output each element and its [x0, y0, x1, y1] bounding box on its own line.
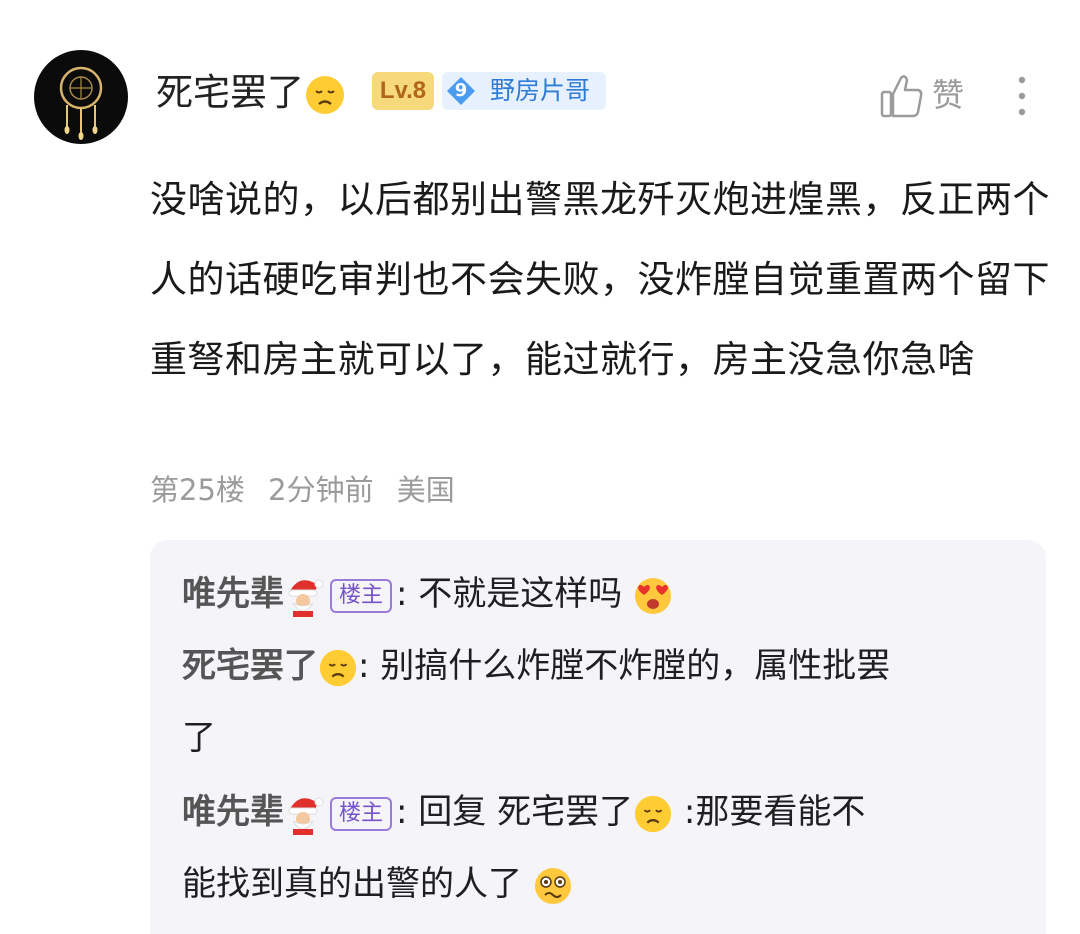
title-badge-text: 野房片哥: [490, 76, 591, 105]
reply-separator: :: [396, 574, 408, 614]
reply-separator: :: [396, 792, 408, 832]
reply-author[interactable]: 唯先辈: [182, 574, 284, 614]
dreamcatcher-icon: [59, 66, 103, 140]
user-avatar[interactable]: [34, 50, 128, 144]
title-badge-number: 9: [454, 80, 468, 101]
like-button[interactable]: [880, 72, 924, 122]
heart-eyes-icon: [635, 577, 672, 614]
sub-reply-3-continued: 能找到真的出警的人了: [182, 861, 573, 907]
host-badge: 楼主: [330, 796, 393, 831]
santa-icon: [288, 797, 324, 835]
reply-to-user[interactable]: 死宅罢了: [497, 792, 633, 832]
dizzy-face-icon: [534, 867, 571, 904]
username-text[interactable]: 死宅罢了: [156, 71, 304, 114]
reply-text-continued: 能找到真的出警的人了: [182, 864, 522, 904]
title-badge: 9 野房片哥: [442, 72, 606, 110]
sub-reply-2[interactable]: 死宅罢了 : 别搞什么炸膛不炸膛的，属性批罢: [182, 643, 890, 689]
sad-face-icon: [306, 75, 344, 114]
sad-face-icon: [635, 795, 672, 832]
comment-meta: 第25楼 2分钟前 美国: [150, 468, 469, 512]
sub-reply-1[interactable]: 唯先辈 楼主: 不就是这样吗: [182, 571, 673, 617]
sub-reply-3[interactable]: 唯先辈 楼主: 回复 死宅罢了 :那要看能不: [182, 789, 865, 835]
more-button[interactable]: [1008, 74, 1036, 118]
thumbs-up-icon: [880, 75, 923, 118]
reply-text: :那要看能不: [683, 792, 866, 832]
reply-text: 别搞什么炸膛不炸膛的，属性批罢: [380, 646, 891, 686]
sad-face-icon: [319, 649, 357, 686]
like-label[interactable]: 赞: [932, 74, 964, 116]
post-location: 美国: [396, 473, 455, 507]
host-badge: 楼主: [330, 578, 393, 613]
level-badge: Lv.8: [372, 72, 434, 110]
reply-author[interactable]: 死宅罢了: [182, 646, 318, 686]
reply-author[interactable]: 唯先辈: [182, 792, 284, 832]
post-time: 2分钟前: [268, 473, 374, 507]
more-vertical-icon: [1018, 76, 1026, 116]
reply-prefix: 回复: [418, 792, 487, 832]
floor-number: 第25楼: [150, 473, 245, 507]
reply-separator: :: [358, 646, 370, 686]
sub-reply-2-continued: 了: [182, 718, 216, 758]
reply-text: 不就是这样吗: [418, 574, 623, 614]
comment-content[interactable]: 没啥说的，以后都别出警黑龙歼灭炮进煌黑，反正两个人的话硬吃审判也不会失败，没炸膛…: [150, 160, 1050, 400]
santa-icon: [288, 579, 324, 617]
comment-username[interactable]: 死宅罢了: [156, 70, 346, 116]
